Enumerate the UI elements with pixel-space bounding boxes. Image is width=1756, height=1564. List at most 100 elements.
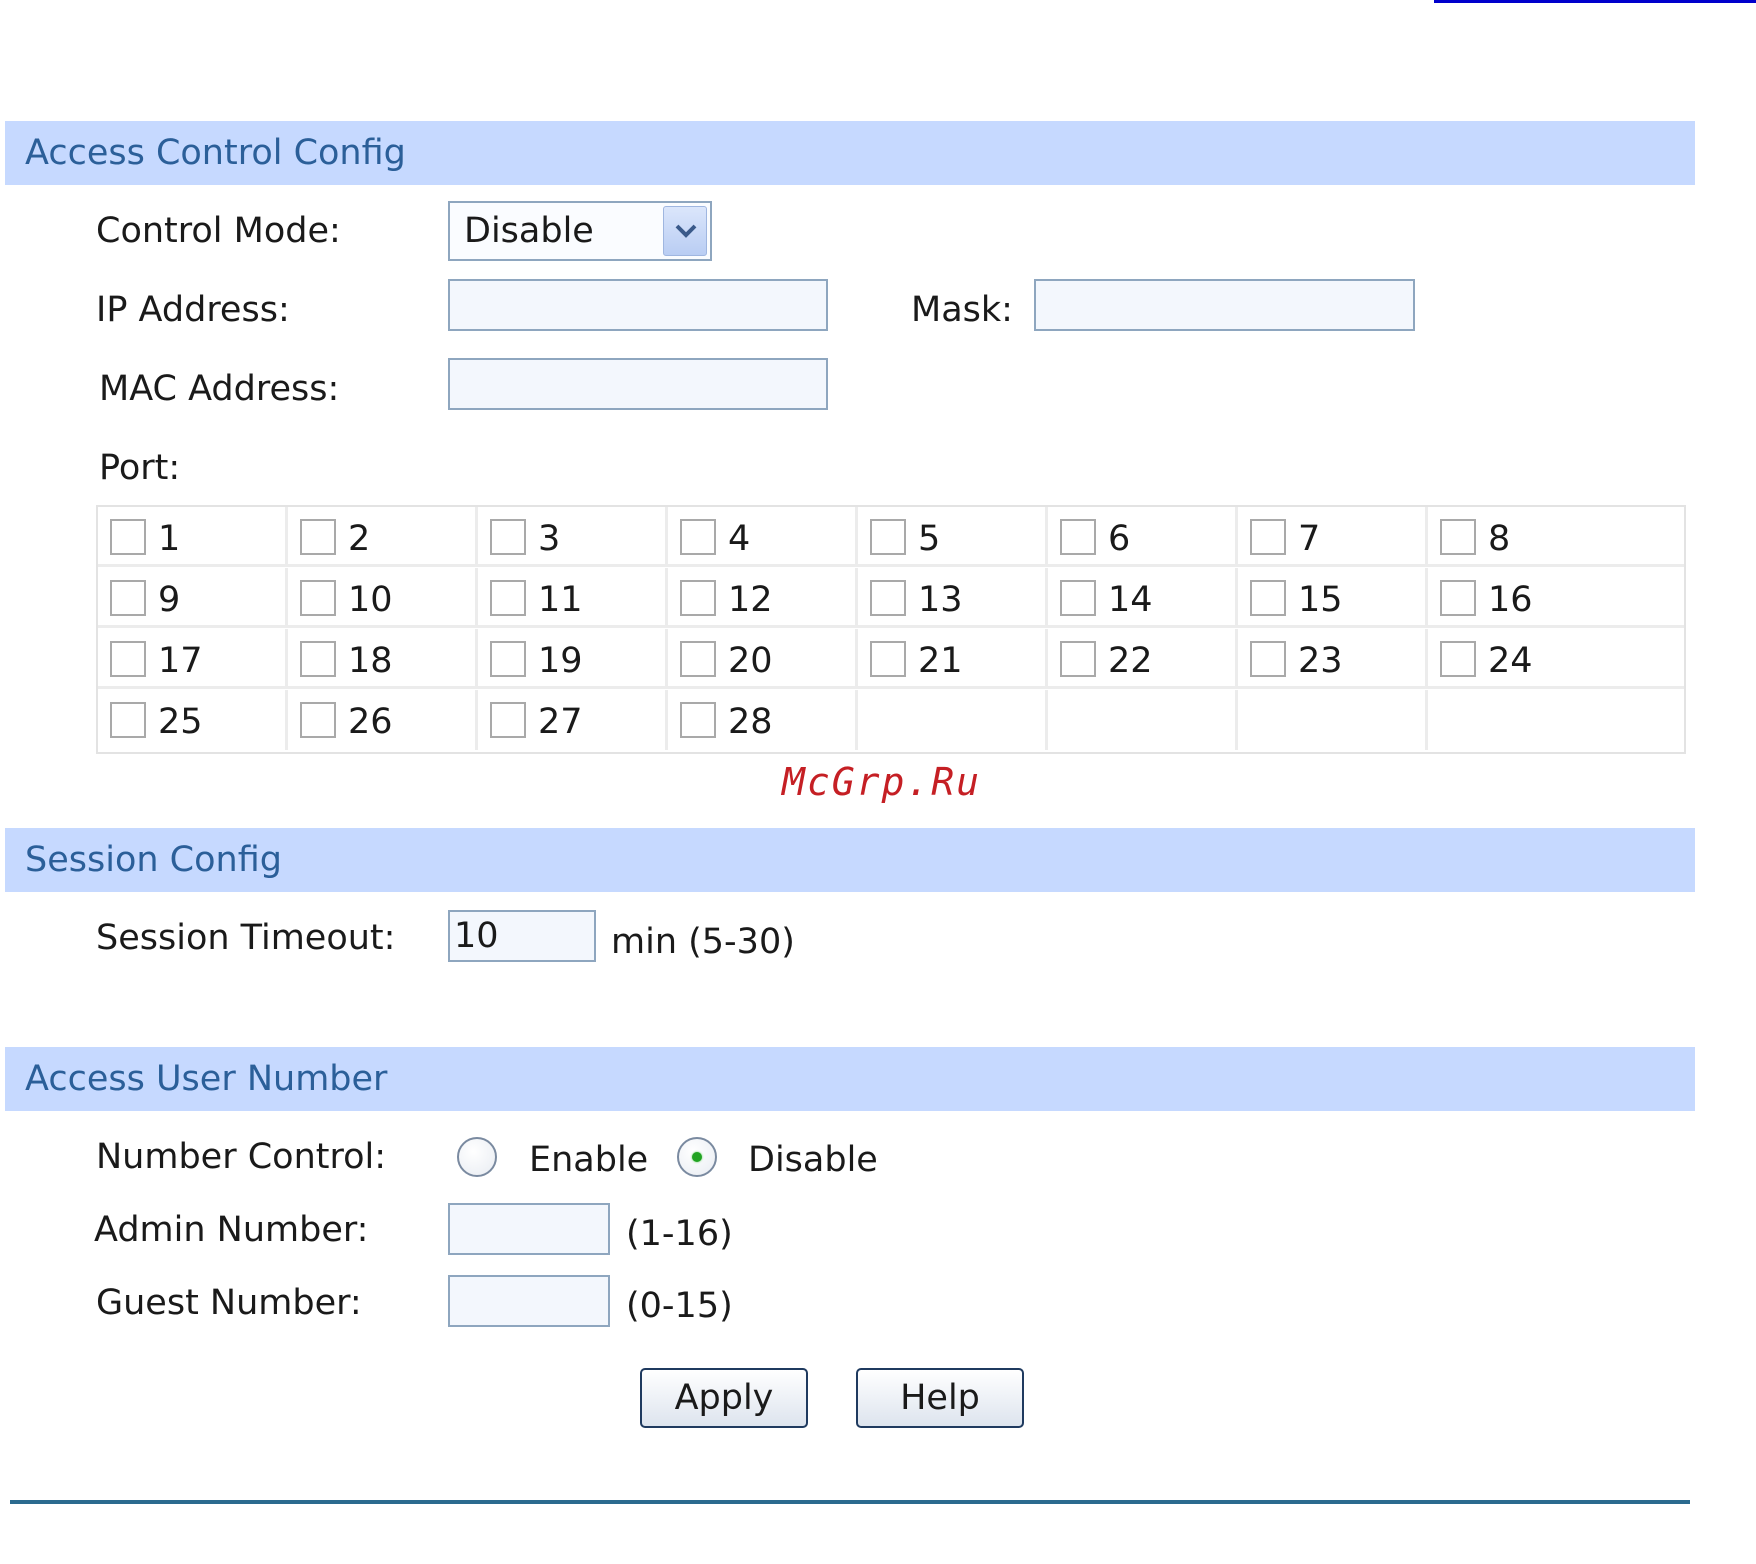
port-number-label: 14 (1108, 580, 1153, 620)
port-checkbox[interactable] (1250, 580, 1286, 616)
port-number-label: 28 (728, 702, 773, 742)
port-cell: 20 (668, 629, 858, 689)
port-cell: 14 (1048, 568, 1238, 628)
session-timeout-input[interactable] (448, 910, 596, 962)
port-cell: 22 (1048, 629, 1238, 689)
port-number-label: 22 (1108, 641, 1153, 681)
port-checkbox[interactable] (490, 580, 526, 616)
enable-radio-label[interactable]: Enable (529, 1140, 648, 1180)
port-cell: 17 (98, 629, 288, 689)
disable-radio[interactable] (677, 1137, 717, 1177)
help-button[interactable]: Help (856, 1368, 1024, 1428)
port-cell: 23 (1238, 629, 1428, 689)
port-number-label: 24 (1488, 641, 1533, 681)
ip-address-label: IP Address: (96, 290, 290, 330)
port-number-label: 19 (538, 641, 583, 681)
port-checkbox[interactable] (870, 641, 906, 677)
port-checkbox[interactable] (1440, 641, 1476, 677)
port-checkbox[interactable] (870, 580, 906, 616)
port-checkbox[interactable] (1060, 519, 1096, 555)
port-checkbox[interactable] (680, 580, 716, 616)
port-cell: 2 (288, 507, 478, 567)
mac-address-input[interactable] (448, 358, 828, 410)
port-cell: 5 (858, 507, 1048, 567)
port-cell-empty (1238, 690, 1428, 750)
port-checkbox[interactable] (680, 641, 716, 677)
port-checkbox[interactable] (490, 519, 526, 555)
port-cell: 13 (858, 568, 1048, 628)
port-cell: 7 (1238, 507, 1428, 567)
port-checkbox[interactable] (110, 519, 146, 555)
port-checkbox[interactable] (300, 641, 336, 677)
port-checkbox-grid: 1 2 3 4 5 6 7 8 9 10 11 12 13 14 15 16 17 18 19 20 21 22 23 24 2… (96, 505, 1686, 754)
radio-selected-dot (692, 1152, 702, 1162)
port-number-label: 10 (348, 580, 393, 620)
port-checkbox[interactable] (680, 702, 716, 738)
port-checkbox[interactable] (1060, 580, 1096, 616)
port-cell: 3 (478, 507, 668, 567)
port-number-label: 12 (728, 580, 773, 620)
port-row: 17 18 19 20 21 22 23 24 (98, 629, 1684, 689)
ip-address-input[interactable] (448, 279, 828, 331)
port-number-label: 16 (1488, 580, 1533, 620)
admin-number-input[interactable] (448, 1203, 610, 1255)
port-number-label: 7 (1298, 519, 1321, 559)
port-cell: 8 (1428, 507, 1684, 567)
port-checkbox[interactable] (300, 580, 336, 616)
port-checkbox[interactable] (110, 641, 146, 677)
guest-number-label: Guest Number: (96, 1283, 362, 1323)
port-number-label: 11 (538, 580, 583, 620)
chevron-down-icon[interactable] (663, 206, 707, 256)
port-cell: 11 (478, 568, 668, 628)
port-number-label: 17 (158, 641, 203, 681)
guest-number-input[interactable] (448, 1275, 610, 1327)
port-number-label: 1 (158, 519, 181, 559)
apply-button[interactable]: Apply (640, 1368, 808, 1428)
port-checkbox[interactable] (680, 519, 716, 555)
mask-input[interactable] (1034, 279, 1415, 331)
port-checkbox[interactable] (1440, 519, 1476, 555)
port-cell: 21 (858, 629, 1048, 689)
port-cell-empty (1048, 690, 1238, 750)
port-cell: 9 (98, 568, 288, 628)
port-cell: 12 (668, 568, 858, 628)
port-checkbox[interactable] (110, 580, 146, 616)
port-checkbox[interactable] (110, 702, 146, 738)
port-checkbox[interactable] (1440, 580, 1476, 616)
port-cell: 27 (478, 690, 668, 750)
guest-number-range: (0-15) (626, 1286, 733, 1326)
disable-radio-label[interactable]: Disable (748, 1140, 878, 1180)
port-checkbox[interactable] (1060, 641, 1096, 677)
admin-number-label: Admin Number: (94, 1210, 369, 1250)
control-mode-value: Disable (464, 211, 594, 251)
port-checkbox[interactable] (300, 519, 336, 555)
port-checkbox[interactable] (1250, 641, 1286, 677)
port-cell-empty (858, 690, 1048, 750)
port-cell: 24 (1428, 629, 1684, 689)
port-cell: 16 (1428, 568, 1684, 628)
port-checkbox[interactable] (870, 519, 906, 555)
enable-radio[interactable] (457, 1137, 497, 1177)
access-user-header: Access User Number (5, 1047, 1695, 1111)
port-cell: 6 (1048, 507, 1238, 567)
port-cell-empty (1428, 690, 1684, 750)
session-timeout-label: Session Timeout: (96, 918, 396, 958)
access-control-header: Access Control Config (5, 121, 1695, 185)
port-number-label: 8 (1488, 519, 1511, 559)
mask-label: Mask: (911, 290, 1013, 330)
port-checkbox[interactable] (490, 702, 526, 738)
control-mode-label: Control Mode: (96, 211, 341, 251)
control-mode-select[interactable]: Disable (448, 201, 712, 261)
port-checkbox[interactable] (300, 702, 336, 738)
port-cell: 19 (478, 629, 668, 689)
port-checkbox[interactable] (1250, 519, 1286, 555)
port-number-label: 15 (1298, 580, 1343, 620)
port-row: 9 10 11 12 13 14 15 16 (98, 568, 1684, 628)
port-checkbox[interactable] (490, 641, 526, 677)
mac-address-label: MAC Address: (99, 369, 340, 409)
port-label: Port: (99, 448, 181, 488)
port-number-label: 27 (538, 702, 583, 742)
number-control-label: Number Control: (96, 1137, 387, 1177)
port-cell: 25 (98, 690, 288, 750)
port-number-label: 21 (918, 641, 963, 681)
